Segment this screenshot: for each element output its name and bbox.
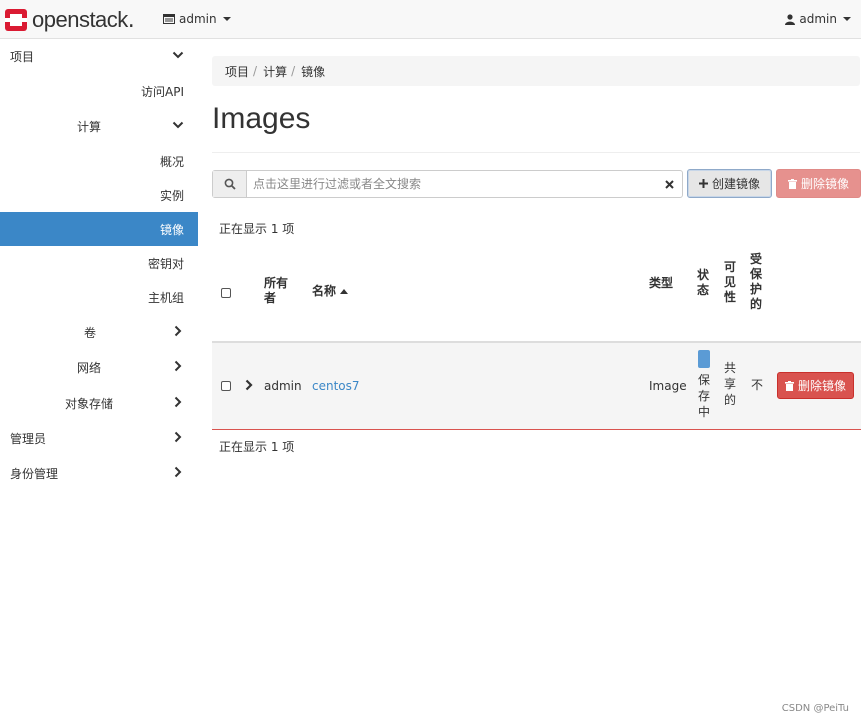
brand-name: openstack	[32, 7, 128, 32]
cell-protected: 不	[751, 378, 764, 392]
user-icon	[785, 13, 796, 25]
sidebar-item-project[interactable]: 项目	[0, 39, 198, 73]
chevron-down-icon	[172, 51, 184, 59]
chevron-right-icon	[174, 360, 182, 372]
sort-asc-icon	[340, 289, 349, 294]
sidebar-item-identity[interactable]: 身份管理	[0, 456, 198, 490]
sidebar-item-images[interactable]: 镜像	[0, 212, 198, 246]
sidebar-item-label: 镜像	[160, 222, 185, 237]
chevron-down-icon	[222, 17, 231, 21]
chevron-right-icon	[174, 466, 182, 478]
project-icon	[163, 14, 175, 24]
sidebar-item-api-access[interactable]: 访问API	[0, 74, 198, 108]
column-header-status[interactable]: 状 态	[697, 268, 709, 298]
sidebar-item-label: 网络	[77, 360, 102, 375]
trash-icon	[787, 178, 797, 189]
sidebar: 项目 访问API 计算 概况 实例 镜像 密钥对 主机组 卷 网络 对象存储 管…	[0, 39, 198, 724]
filter-group	[212, 170, 683, 198]
column-header-name[interactable]: 名称	[312, 284, 349, 299]
sidebar-item-label: 实例	[160, 188, 185, 203]
delete-images-label: 删除镜像	[800, 177, 849, 191]
sidebar-item-compute[interactable]: 计算	[0, 109, 198, 143]
brand-dot: .	[127, 7, 135, 33]
sidebar-item-volumes[interactable]: 卷	[0, 315, 198, 349]
sidebar-item-label: 计算	[77, 119, 102, 134]
plus-icon	[698, 179, 708, 188]
cell-type: Image	[649, 379, 687, 393]
breadcrumb-item-project[interactable]: 项目	[225, 63, 249, 80]
search-icon	[213, 171, 247, 197]
table-row-divider	[212, 429, 861, 430]
clear-icon[interactable]	[656, 171, 682, 197]
user-dropdown[interactable]: admin	[785, 12, 851, 26]
breadcrumb-item-images: 镜像	[301, 64, 326, 79]
sidebar-item-server-groups[interactable]: 主机组	[0, 280, 198, 314]
sidebar-item-label: 密钥对	[148, 256, 185, 271]
column-header-protected[interactable]: 受 保 护 的	[750, 252, 762, 312]
table-row	[212, 343, 861, 430]
chevron-right-icon	[174, 396, 182, 408]
item-count-bottom: 正在显示 1 项	[219, 440, 295, 454]
watermark: CSDN @PeiTu	[781, 703, 849, 714]
sidebar-item-label: 对象存储	[65, 396, 114, 411]
status-progress-bar	[698, 350, 710, 368]
sidebar-item-instances[interactable]: 实例	[0, 178, 198, 212]
column-header-owner[interactable]: 所有 者	[264, 276, 288, 306]
title-divider	[212, 152, 860, 153]
sidebar-item-admin[interactable]: 管理员	[0, 421, 198, 455]
column-header-visibility[interactable]: 可 见 性	[724, 260, 736, 305]
sidebar-item-label: 管理员	[10, 431, 47, 446]
sidebar-item-overview[interactable]: 概况	[0, 144, 198, 178]
sidebar-item-label: 身份管理	[10, 466, 59, 481]
cell-status: 保 存 中	[698, 373, 711, 419]
chevron-down-icon	[843, 17, 851, 21]
project-dropdown[interactable]: admin	[163, 12, 231, 26]
sidebar-item-label: 项目	[10, 49, 35, 64]
delete-image-row-button[interactable]: 删除镜像	[777, 372, 854, 399]
sidebar-item-key-pairs[interactable]: 密钥对	[0, 246, 198, 280]
user-name: admin	[799, 12, 837, 26]
delete-image-row-label: 删除镜像	[797, 379, 846, 393]
trash-icon	[784, 380, 794, 391]
chevron-right-icon[interactable]	[245, 379, 253, 391]
column-header-type[interactable]: 类型	[649, 276, 673, 291]
filter-input[interactable]	[247, 171, 656, 197]
project-name: admin	[179, 12, 217, 26]
row-checkbox[interactable]	[221, 381, 231, 391]
breadcrumb: 项目 / 计算 / 镜像	[212, 56, 860, 86]
openstack-logo-icon	[5, 9, 27, 31]
page-title: Images	[212, 102, 311, 135]
sidebar-item-network[interactable]: 网络	[0, 350, 198, 384]
chevron-down-icon	[172, 121, 184, 129]
delete-images-button[interactable]: 删除镜像	[776, 169, 861, 198]
sidebar-item-label: 主机组	[148, 290, 185, 305]
select-all-checkbox[interactable]	[221, 288, 231, 298]
sidebar-item-label: 卷	[84, 325, 97, 340]
cell-image-name-link[interactable]: centos7	[312, 378, 360, 394]
cell-visibility: 共 享 的	[724, 361, 737, 407]
breadcrumb-item-compute[interactable]: 计算	[263, 63, 287, 80]
cell-owner: admin	[264, 379, 302, 393]
create-image-label: 创建镜像	[711, 177, 760, 191]
chevron-right-icon	[174, 325, 182, 337]
chevron-right-icon	[174, 431, 182, 443]
top-navbar: openstack. admin admin	[0, 0, 861, 39]
item-count-top: 正在显示 1 项	[219, 222, 295, 236]
create-image-button[interactable]: 创建镜像	[687, 169, 772, 198]
sidebar-item-object-store[interactable]: 对象存储	[0, 386, 198, 420]
sidebar-item-label: 访问API	[141, 84, 184, 99]
openstack-logo[interactable]: openstack.	[4, 7, 135, 33]
sidebar-item-label: 概况	[160, 154, 185, 169]
